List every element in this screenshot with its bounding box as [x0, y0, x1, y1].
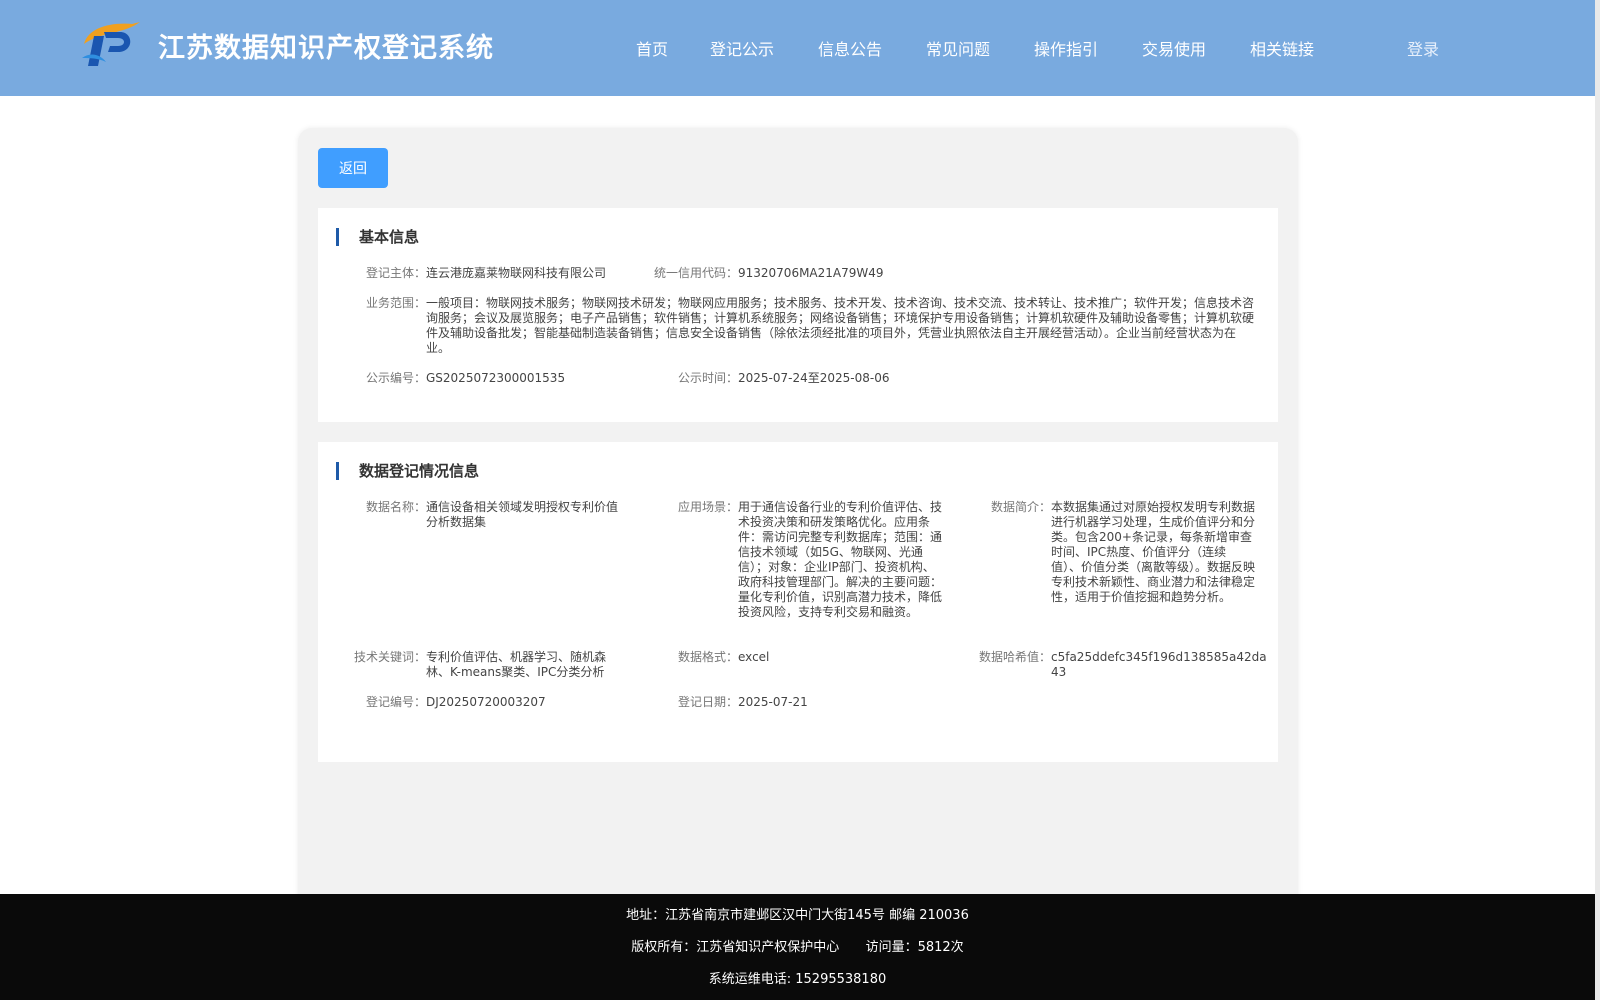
pub-no-label: 公示编号： [365, 371, 426, 385]
reg-date-label: 登记日期： [677, 695, 738, 709]
nav-home[interactable]: 首页 [636, 36, 668, 60]
scope-field: 业务范围： 一般项目：物联网技术服务；物联网技术研发；物联网应用服务；技术服务、… [366, 296, 1256, 356]
data-name-label: 数据名称： [365, 500, 426, 514]
hash-label: 数据哈希值： [978, 650, 1051, 664]
scene-field: 应用场景： 用于通信设备行业的专利价值评估、技术投资决策和研发策略优化。应用条件… [678, 500, 943, 620]
nav-links[interactable]: 相关链接 [1250, 36, 1314, 60]
keywords-value: 专利价值评估、机器学习、随机森林、K-means聚类、IPC分类分析 [426, 650, 607, 679]
nav-trading[interactable]: 交易使用 [1142, 36, 1206, 60]
page-scrollbar[interactable] [1595, 0, 1600, 1000]
login-link[interactable]: 登录 [1407, 36, 1439, 60]
data-name-field: 数据名称： 通信设备相关领域发明授权专利价值分析数据集 [366, 500, 624, 530]
nav-guide[interactable]: 操作指引 [1034, 36, 1098, 60]
intro-field: 数据简介： 本数据集通过对原始授权发明专利数据进行机器学习处理，生成价值评分和分… [991, 500, 1256, 605]
credit-code-field: 统一信用代码： 91320706MA21A79W49 [654, 266, 1038, 281]
format-field: 数据格式： excel [678, 650, 938, 665]
credit-code-value: 91320706MA21A79W49 [738, 266, 884, 280]
entity-label: 登记主体： [365, 266, 426, 280]
reg-date-value: 2025-07-21 [738, 695, 808, 709]
nav-announcements[interactable]: 信息公告 [818, 36, 882, 60]
detail-panel: 返回 基本信息 登记主体： 连云港庞嘉莱物联网科技有限公司 统一信用代码： 91… [298, 128, 1298, 918]
pub-no-value: GS2025072300001535 [426, 371, 566, 385]
entity-value: 连云港庞嘉莱物联网科技有限公司 [426, 266, 607, 280]
intro-value: 本数据集通过对原始授权发明专利数据进行机器学习处理，生成价值评分和分类。包含20… [1051, 500, 1256, 604]
intro-label: 数据简介： [990, 500, 1051, 514]
footer-copyright: 版权所有：江苏省知识产权保护中心 [631, 940, 840, 955]
site-footer: 地址：江苏省南京市建邺区汉中门大街145号 邮编 210036 版权所有：江苏省… [0, 894, 1595, 1000]
back-button[interactable]: 返回 [318, 148, 388, 188]
footer-phone: 系统运维电话: 15295538180 [708, 972, 887, 987]
pub-time-label: 公示时间： [677, 371, 738, 385]
pub-time-value: 2025-07-24至2025-08-06 [738, 371, 890, 385]
reg-no-field: 登记编号： DJ20250720003207 [366, 695, 626, 710]
hash-field: 数据哈希值： c5fa25ddefc345f196d138585a42da43 [979, 650, 1271, 680]
basic-info-title: 基本信息 [336, 228, 419, 246]
site-title: 江苏数据知识产权登记系统 [158, 33, 494, 64]
reg-date-field: 登记日期： 2025-07-21 [678, 695, 938, 710]
pub-no-field: 公示编号： GS2025072300001535 [366, 371, 656, 386]
footer-address: 地址：江苏省南京市建邺区汉中门大街145号 邮编 210036 [626, 908, 969, 923]
entity-field: 登记主体： 连云港庞嘉莱物联网科技有限公司 [366, 266, 656, 281]
keywords-field: 技术关键词： 专利价值评估、机器学习、随机森林、K-means聚类、IPC分类分… [354, 650, 616, 680]
pub-time-field: 公示时间： 2025-07-24至2025-08-06 [678, 371, 1038, 386]
data-name-value: 通信设备相关领域发明授权专利价值分析数据集 [426, 500, 619, 529]
reg-no-value: DJ20250720003207 [426, 695, 546, 709]
top-header: 江苏数据知识产权登记系统 首页 登记公示 信息公告 常见问题 操作指引 交易使用… [0, 0, 1595, 96]
footer-copyright-line: 版权所有：江苏省知识产权保护中心 访问量：5812次 [0, 936, 1595, 955]
site-logo-icon[interactable] [80, 18, 142, 70]
credit-code-label: 统一信用代码： [653, 266, 738, 280]
footer-visits: 访问量：5812次 [865, 940, 964, 955]
data-info-title: 数据登记情况信息 [336, 462, 479, 480]
nav-faq[interactable]: 常见问题 [926, 36, 990, 60]
format-value: excel [738, 650, 770, 664]
hash-value: c5fa25ddefc345f196d138585a42da43 [1051, 650, 1267, 679]
scope-label: 业务范围： [365, 296, 426, 310]
reg-no-label: 登记编号： [365, 695, 426, 709]
scope-value: 一般项目：物联网技术服务；物联网技术研发；物联网应用服务；技术服务、技术开发、技… [426, 296, 1255, 355]
nav-registration-publicity[interactable]: 登记公示 [710, 36, 774, 60]
scene-label: 应用场景： [677, 500, 738, 514]
basic-info-card: 基本信息 登记主体： 连云港庞嘉莱物联网科技有限公司 统一信用代码： 91320… [318, 208, 1278, 422]
format-label: 数据格式： [677, 650, 738, 664]
data-info-card: 数据登记情况信息 数据名称： 通信设备相关领域发明授权专利价值分析数据集 应用场… [318, 442, 1278, 762]
keywords-label: 技术关键词： [353, 650, 426, 664]
scene-value: 用于通信设备行业的专利价值评估、技术投资决策和研发策略优化。应用条件：需访问完整… [738, 500, 943, 619]
